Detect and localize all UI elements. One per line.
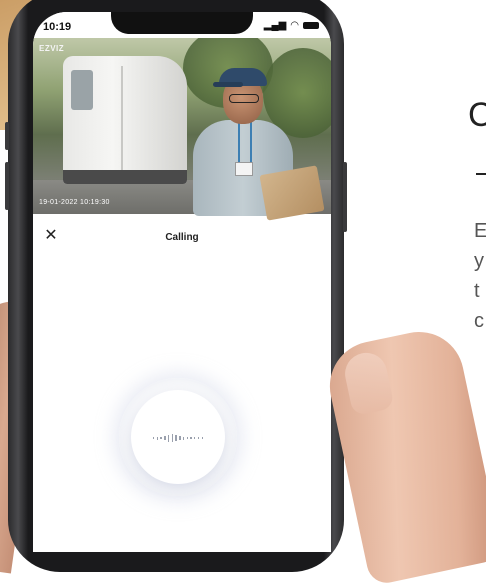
thumbnail-nail: [341, 348, 395, 417]
van-door: [121, 66, 123, 171]
call-header: ✕ Calling: [33, 214, 331, 254]
delivery-person: [183, 62, 325, 221]
glasses: [229, 94, 259, 103]
thumb: [321, 323, 486, 586]
lanyard: [238, 122, 252, 162]
camera-feed[interactable]: EZVIZ 19-01-2022 10:19:30: [33, 28, 331, 221]
side-line: E: [474, 220, 486, 242]
notch: [111, 12, 253, 34]
side-heading: C: [468, 96, 486, 134]
signal-icon: ▂▄▆: [263, 20, 287, 31]
wifi-icon: ◠: [290, 20, 299, 31]
side-button: [5, 122, 9, 150]
cap-brim: [213, 82, 243, 87]
status-icons: ▂▄▆ ◠: [264, 20, 319, 31]
status-time: 10:19: [43, 21, 72, 33]
calling-indicator-inner: [131, 390, 225, 484]
feed-timestamp: 19-01-2022 10:19:30: [39, 199, 110, 206]
audio-wave-icon: [153, 434, 203, 442]
call-title: Calling: [165, 232, 199, 243]
brand-logo: EZVIZ: [39, 44, 65, 53]
volume-button: [5, 162, 9, 210]
side-line: y: [474, 250, 484, 272]
calling-indicator: [119, 378, 237, 496]
delivery-van: [63, 56, 187, 184]
battery-icon: [303, 22, 319, 29]
power-button: [343, 162, 347, 232]
side-line: t: [474, 280, 480, 302]
van-bumper: [63, 170, 187, 184]
van-window: [71, 70, 93, 110]
side-paragraph: E y t c: [474, 216, 486, 336]
id-badge: [235, 162, 253, 176]
side-divider: [476, 173, 486, 175]
side-line: c: [474, 310, 484, 332]
